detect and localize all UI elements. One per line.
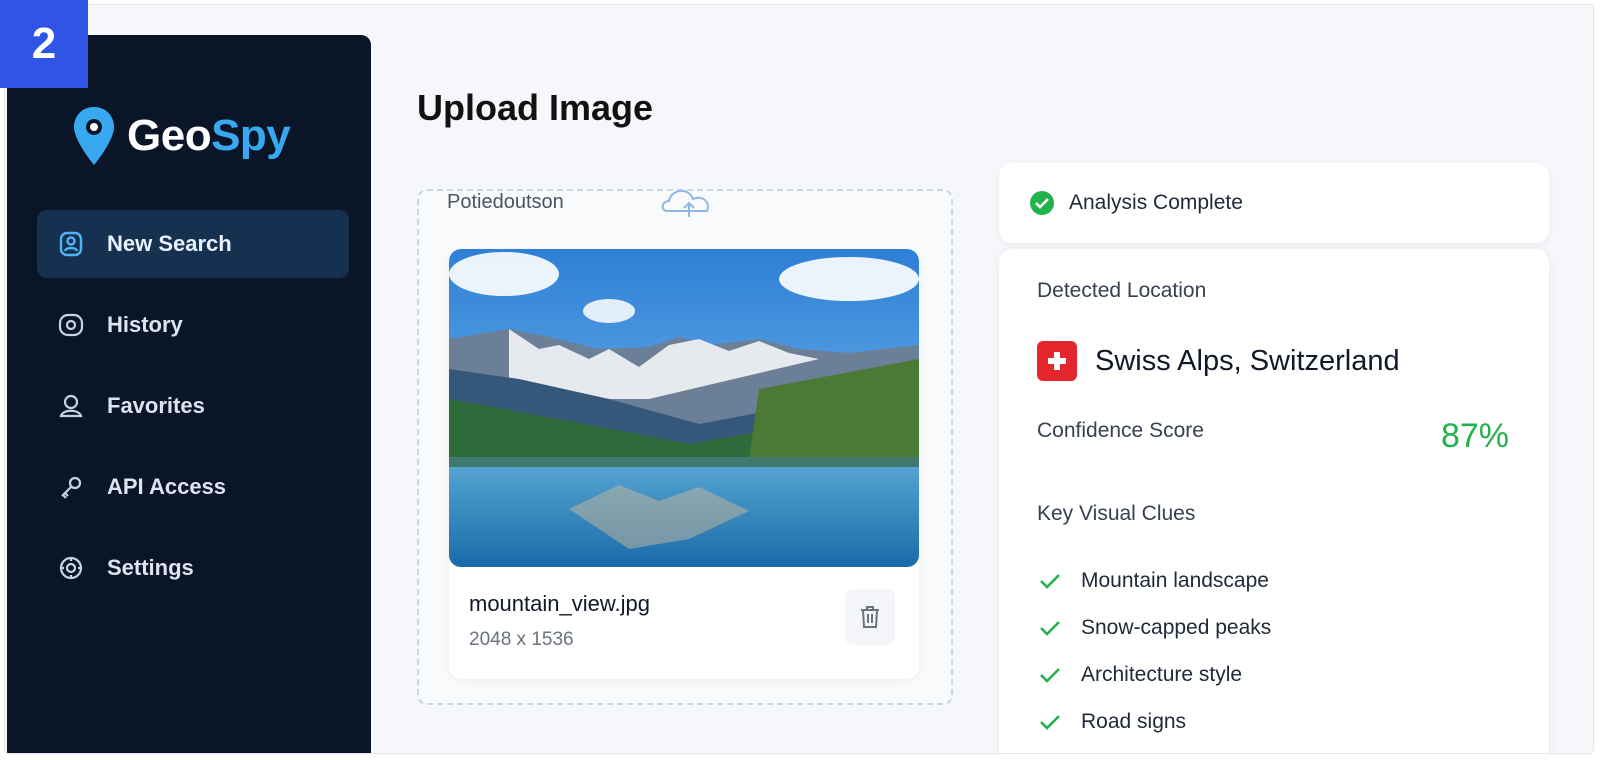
clue-text: Road signs bbox=[1081, 709, 1187, 733]
checkmark-icon bbox=[1040, 667, 1060, 683]
clue-text: Architecture style bbox=[1081, 662, 1243, 686]
trash-icon bbox=[861, 606, 879, 628]
detected-location-label: Detected Location bbox=[1037, 279, 1207, 302]
brand-name: GeoSpy bbox=[127, 111, 291, 161]
uploaded-image-preview bbox=[449, 249, 919, 567]
step-badge: 2 bbox=[0, 0, 88, 88]
page-title: Upload Image bbox=[417, 87, 654, 128]
sidebar: GeoSpy New Search History Favorites API … bbox=[7, 35, 371, 753]
brand-name-part1: Geo bbox=[127, 111, 212, 160]
list-item: Mountain landscape bbox=[1039, 557, 1271, 604]
checkmark-icon bbox=[1040, 620, 1060, 636]
location-name: Swiss Alps, Switzerland bbox=[1095, 344, 1400, 377]
confidence-value: 87% bbox=[1440, 417, 1509, 455]
checkmark-icon bbox=[1040, 714, 1060, 730]
favorites-icon bbox=[57, 392, 85, 420]
clue-text: Snow-capped peaks bbox=[1081, 615, 1272, 639]
brand[interactable]: GeoSpy bbox=[71, 105, 291, 167]
delete-file-button[interactable] bbox=[845, 589, 895, 645]
api-key-icon bbox=[57, 473, 85, 501]
sidebar-item-label: New Search bbox=[107, 231, 232, 256]
list-item: Snow-capped peaks bbox=[1039, 604, 1271, 651]
sidebar-item-label: Favorites bbox=[107, 393, 205, 418]
user-search-icon bbox=[57, 230, 85, 258]
file-dimensions: 2048 x 1536 bbox=[469, 629, 574, 650]
check-circle-icon bbox=[1030, 191, 1054, 215]
sidebar-item-label: History bbox=[107, 312, 183, 337]
sidebar-item-favorites[interactable]: Favorites bbox=[37, 372, 349, 440]
sidebar-item-label: API Access bbox=[107, 474, 227, 499]
analysis-status-card: Analysis Complete bbox=[999, 163, 1549, 243]
sidebar-item-api-access[interactable]: API Access bbox=[37, 453, 349, 521]
sidebar-item-label: Settings bbox=[107, 555, 194, 580]
brand-name-part2: Spy bbox=[211, 111, 291, 160]
app-window: GeoSpy New Search History Favorites API … bbox=[4, 4, 1594, 754]
file-name: mountain_view.jpg bbox=[469, 591, 651, 616]
list-item: Road signs bbox=[1039, 698, 1271, 745]
sidebar-nav: New Search History Favorites API Access … bbox=[37, 210, 349, 615]
clue-text: Mountain landscape bbox=[1081, 568, 1269, 592]
sidebar-item-history[interactable]: History bbox=[37, 291, 349, 359]
history-icon bbox=[57, 311, 85, 339]
confidence-label: Confidence Score bbox=[1037, 419, 1204, 442]
detected-location: Swiss Alps, Switzerland bbox=[1037, 341, 1400, 381]
sidebar-item-settings[interactable]: Settings bbox=[37, 534, 349, 602]
key-clues-label: Key Visual Clues bbox=[1037, 502, 1196, 525]
list-item: Architecture style bbox=[1039, 651, 1271, 698]
status-text: Analysis Complete bbox=[1069, 191, 1243, 214]
upload-hint: Potiedoutson bbox=[447, 191, 564, 213]
gear-icon bbox=[57, 554, 85, 582]
image-preview-card: mountain_view.jpg 2048 x 1536 bbox=[449, 249, 919, 679]
swiss-flag-icon bbox=[1037, 341, 1077, 381]
checkmark-icon bbox=[1040, 573, 1060, 589]
sidebar-item-new-search[interactable]: New Search bbox=[37, 210, 349, 278]
location-pin-icon bbox=[74, 107, 114, 165]
clue-list: Mountain landscape Snow-capped peaks Arc… bbox=[1039, 557, 1271, 745]
results-card: Detected Location Swiss Alps, Switzerlan… bbox=[999, 249, 1549, 753]
upload-dropzone[interactable]: Potiedoutson mountain_view.jpg 2048 x 15… bbox=[417, 189, 953, 705]
upload-cloud-icon bbox=[661, 190, 709, 217]
